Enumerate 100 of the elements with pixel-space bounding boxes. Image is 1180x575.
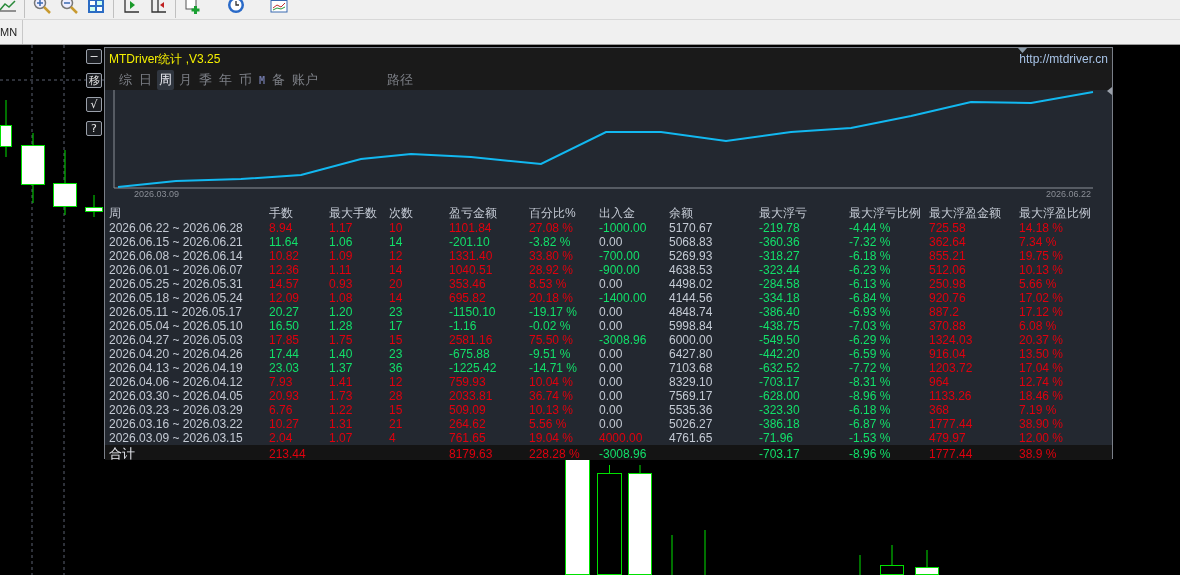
column-header[interactable]: 百分比% bbox=[529, 205, 576, 221]
table-cell: 15 bbox=[389, 403, 403, 417]
column-header[interactable]: 盈亏金额 bbox=[449, 205, 497, 221]
add-indicator-icon[interactable] bbox=[184, 0, 202, 14]
column-header[interactable]: 最大浮盈比例 bbox=[1019, 205, 1091, 221]
column-header[interactable]: 周 bbox=[109, 205, 121, 221]
period-tab[interactable]: 周 bbox=[157, 70, 174, 90]
template-icon[interactable] bbox=[270, 0, 288, 14]
table-cell: 0.00 bbox=[599, 277, 623, 291]
panel-side-button[interactable]: √ bbox=[86, 97, 102, 112]
table-cell: 2026.06.08 ~ 2026.06.14 bbox=[109, 249, 243, 263]
panel-title: MTDriver统计 ,V3.25 bbox=[109, 50, 221, 68]
table-cell: 7103.68 bbox=[669, 361, 713, 375]
total-cell: -3008.96 bbox=[599, 447, 647, 461]
table-cell: -284.58 bbox=[759, 277, 800, 291]
table-cell: 10.82 bbox=[269, 249, 300, 263]
table-cell: -6.18 % bbox=[849, 249, 891, 263]
table-cell: 368 bbox=[929, 403, 950, 417]
period-tab[interactable]: 综 bbox=[117, 70, 134, 90]
tile-windows-icon[interactable] bbox=[87, 0, 105, 14]
chart-shift-icon[interactable] bbox=[122, 0, 140, 14]
total-cell: -703.17 bbox=[759, 447, 800, 461]
table-cell: 1331.40 bbox=[449, 249, 493, 263]
period-tab[interactable]: M bbox=[257, 73, 268, 87]
table-cell: -6.23 % bbox=[849, 263, 891, 277]
clock-icon[interactable] bbox=[227, 0, 245, 14]
table-cell: 1.07 bbox=[329, 431, 353, 445]
zoom-out-icon[interactable] bbox=[60, 0, 78, 14]
table-cell: 14 bbox=[389, 291, 403, 305]
panel-side-button[interactable]: 移 bbox=[86, 73, 102, 88]
table-cell: 1777.44 bbox=[929, 417, 973, 431]
column-header[interactable]: 余额 bbox=[669, 205, 693, 221]
table-cell: -1150.10 bbox=[449, 305, 496, 319]
table-cell: 12.00 % bbox=[1019, 431, 1064, 445]
table-cell: 6.76 bbox=[269, 403, 293, 417]
table-cell: -6.84 % bbox=[849, 291, 891, 305]
timeframe-tab[interactable]: MN bbox=[0, 20, 23, 44]
table-cell: 2026.03.30 ~ 2026.04.05 bbox=[109, 389, 243, 403]
column-header[interactable]: 出入金 bbox=[599, 205, 635, 221]
table-cell: 5535.36 bbox=[669, 403, 713, 417]
table-cell: 0.93 bbox=[329, 277, 353, 291]
panel-side-button[interactable]: − bbox=[86, 49, 102, 64]
table-cell: 4848.74 bbox=[669, 305, 713, 319]
period-tab[interactable]: 备 bbox=[270, 70, 288, 90]
column-header[interactable]: 最大浮亏比例 bbox=[849, 205, 921, 221]
table-cell: 17.02 % bbox=[1019, 291, 1064, 305]
period-tab[interactable]: 币 bbox=[237, 70, 254, 90]
table-cell: 2026.05.25 ~ 2026.05.31 bbox=[109, 277, 243, 291]
table-cell: 20 bbox=[389, 277, 403, 291]
period-tab[interactable]: 季 bbox=[197, 70, 214, 90]
table-cell: 5998.84 bbox=[669, 319, 713, 333]
table-cell: 23 bbox=[389, 347, 403, 361]
table-cell: 23 bbox=[389, 305, 403, 319]
period-tab[interactable]: 年 bbox=[217, 70, 234, 90]
period-tab[interactable]: 日 bbox=[137, 70, 154, 90]
table-cell: 916.04 bbox=[929, 347, 966, 361]
table-cell: 1040.51 bbox=[449, 263, 493, 277]
period-tab[interactable]: 账户 bbox=[290, 70, 321, 90]
table-cell: 1.08 bbox=[329, 291, 353, 305]
period-tab[interactable]: 路径 bbox=[385, 70, 416, 90]
table-cell: 4638.53 bbox=[669, 263, 713, 277]
table-cell: 761.65 bbox=[449, 431, 486, 445]
table-cell: 370.88 bbox=[929, 319, 966, 333]
table-cell: 2026.05.04 ~ 2026.05.10 bbox=[109, 319, 243, 333]
column-header[interactable]: 最大浮亏 bbox=[759, 205, 807, 221]
table-cell: 0.00 bbox=[599, 347, 623, 361]
table-cell: 2026.04.27 ~ 2026.05.03 bbox=[109, 333, 243, 347]
column-header[interactable]: 最大手数 bbox=[329, 205, 377, 221]
candlestick bbox=[21, 132, 45, 204]
column-header[interactable]: 次数 bbox=[389, 205, 413, 221]
table-cell: -318.27 bbox=[759, 249, 800, 263]
table-cell: 264.62 bbox=[449, 417, 486, 431]
table-cell: -4.44 % bbox=[849, 221, 891, 235]
axis-date-label: 2026.03.09 bbox=[134, 189, 180, 200]
table-cell: 13.50 % bbox=[1019, 347, 1064, 361]
table-cell: 4 bbox=[389, 431, 396, 445]
table-cell: 1.20 bbox=[329, 305, 353, 319]
column-header[interactable]: 最大浮盈金额 bbox=[929, 205, 1001, 221]
zoom-in-icon[interactable] bbox=[33, 0, 51, 14]
table-cell: 14.57 bbox=[269, 277, 300, 291]
autoscroll-icon[interactable] bbox=[149, 0, 167, 14]
website-link[interactable]: http://mtdriver.cn bbox=[1019, 52, 1108, 66]
table-cell: 38.90 % bbox=[1019, 417, 1064, 431]
table-cell: 1324.03 bbox=[929, 333, 973, 347]
table-cell: 1203.72 bbox=[929, 361, 973, 375]
table-cell: 10.13 % bbox=[529, 403, 574, 417]
period-tab[interactable]: 月 bbox=[177, 70, 194, 90]
line-chart-icon[interactable] bbox=[0, 0, 16, 12]
candlestick bbox=[85, 194, 103, 218]
table-cell: -1225.42 bbox=[449, 361, 497, 375]
table-cell: -14.71 % bbox=[529, 361, 578, 375]
column-header[interactable]: 手数 bbox=[269, 205, 293, 221]
table-cell: -201.10 bbox=[449, 235, 490, 249]
table-cell: 725.58 bbox=[929, 221, 966, 235]
panel-side-button[interactable]: ? bbox=[86, 121, 102, 136]
table-cell: 10 bbox=[389, 221, 403, 235]
table-cell: 250.98 bbox=[929, 277, 966, 291]
table-cell: 14.18 % bbox=[1019, 221, 1064, 235]
table-cell: 17.04 % bbox=[1019, 361, 1064, 375]
table-cell: 8.94 bbox=[269, 221, 293, 235]
